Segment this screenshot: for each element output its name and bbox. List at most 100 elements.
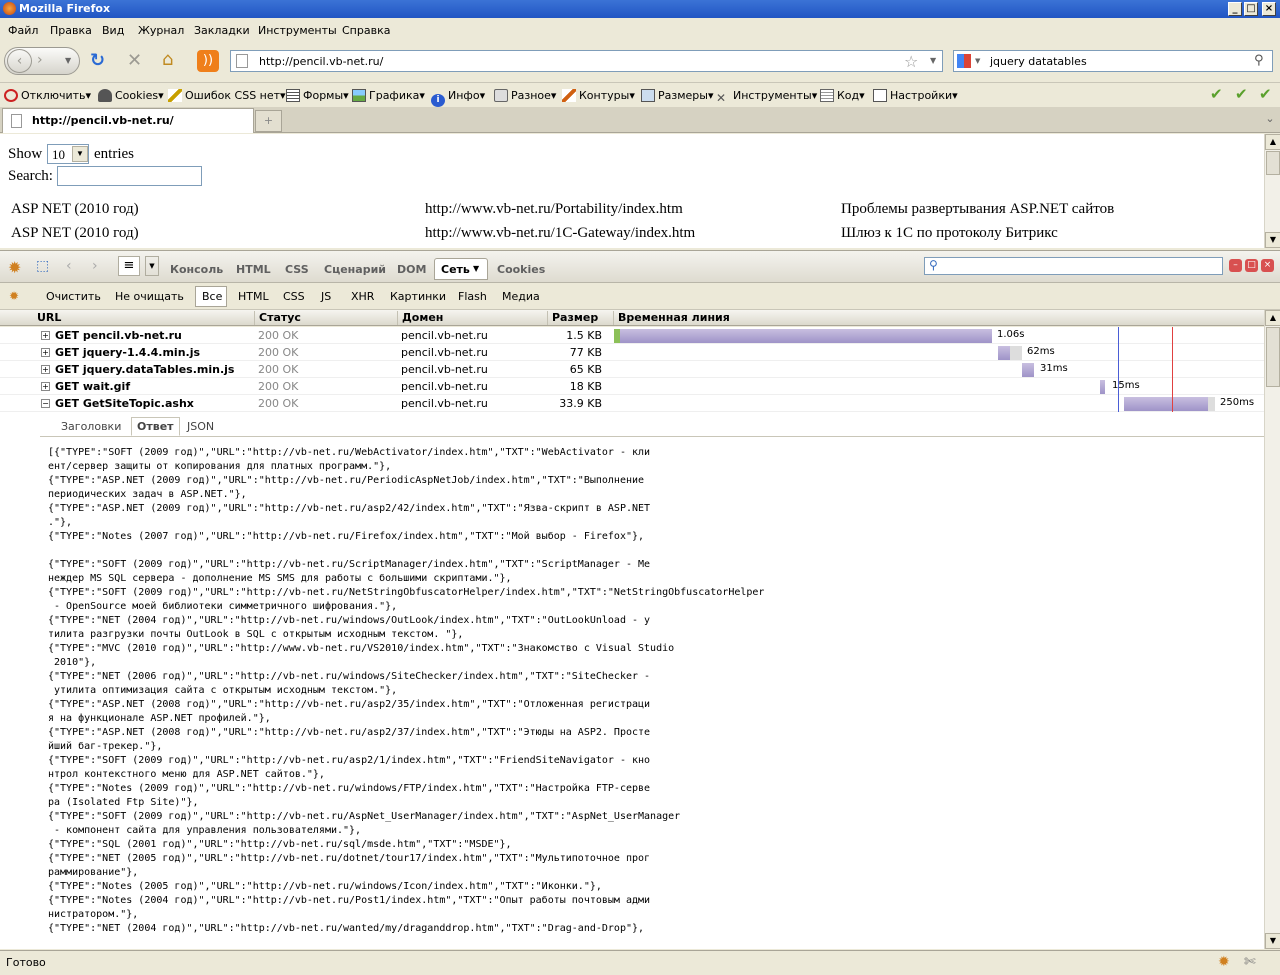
validation-html-icon[interactable]: ✔ [1210,85,1223,103]
close-button[interactable]: × [1262,2,1276,16]
menu-tools[interactable]: Инструменты [258,24,337,37]
search-input[interactable]: jquery datatables [990,55,1087,68]
disable-menu[interactable]: Отключить▾ [4,89,91,102]
url-bar[interactable]: http://pencil.vb-net.ru/ ☆ ▼ [230,50,943,72]
fb-scroll-thumb[interactable] [1266,327,1280,387]
clear-button[interactable]: Очистить [46,290,101,303]
subtab-headers[interactable]: Заголовки [61,420,121,433]
collapse-icon[interactable]: − [41,399,50,408]
table-row[interactable]: + GET pencil.vb-net.ru 200 OK pencil.vb-… [0,327,1264,344]
tab-list-button[interactable]: ⌄ [1262,112,1278,128]
rss-icon[interactable]: )) [197,50,219,72]
col-status[interactable]: Статус [254,311,301,325]
col-size[interactable]: Размер [547,311,598,325]
menu-edit[interactable]: Правка [50,24,92,37]
css-errors-menu[interactable]: Ошибок CSS нет▾ [168,89,286,102]
table-row[interactable]: + GET jquery-1.4.4.min.js 200 OK pencil.… [0,344,1264,361]
scroll-up-icon[interactable]: ▲ [1265,134,1280,150]
filter-js[interactable]: JS [321,290,331,303]
filter-images[interactable]: Картинки [390,290,446,303]
validation-js-icon[interactable]: ✔ [1259,85,1272,103]
outline-menu[interactable]: Контуры▾ [562,89,635,102]
expand-icon[interactable]: + [41,331,50,340]
search-bar[interactable]: ▼ jquery datatables ⚲ [953,50,1273,72]
expand-icon[interactable]: + [41,348,50,357]
fb-close-icon[interactable]: × [1261,259,1274,272]
table-search-input[interactable] [57,166,202,186]
fb-tab-css[interactable]: CSS [285,263,309,276]
next-icon[interactable]: › [92,258,98,274]
menu-file[interactable]: Файл [8,24,38,37]
google-icon[interactable] [957,54,971,68]
subtab-response[interactable]: Ответ [131,417,180,436]
col-url[interactable]: URL [33,311,61,325]
misc-menu[interactable]: Разное▾ [494,89,556,102]
col-timeline[interactable]: Временная линия [613,311,730,325]
reload-icon[interactable]: ↻ [90,50,105,71]
fb-minimize-icon[interactable]: – [1229,259,1242,272]
minimize-button[interactable]: _ [1228,2,1242,16]
menu-bookmarks[interactable]: Закладки [194,24,250,37]
expand-icon[interactable]: + [41,382,50,391]
fb-tab-console[interactable]: Консоль [170,263,223,276]
filter-media[interactable]: Медиа [502,290,540,303]
fb-detach-icon[interactable]: □ [1245,259,1258,272]
tools-menu[interactable]: ✕ Инструменты▾ [716,89,817,105]
scroll-thumb[interactable] [1266,151,1280,175]
home-icon[interactable]: ⌂ [162,49,173,70]
bookmark-star-icon[interactable]: ☆ [904,52,918,71]
tab-active[interactable]: http://pencil.vb-net.ru/ [2,108,254,133]
back-button[interactable]: ‹ [7,49,32,73]
page-length-select[interactable]: 10 ▼ [47,144,89,164]
firebug-search-input[interactable]: ⚲ [924,257,1223,275]
new-tab-button[interactable]: + [255,110,282,132]
firebug-icon[interactable]: ✹ [8,258,21,277]
subtab-json[interactable]: JSON [187,420,214,433]
prev-icon[interactable]: ‹ [66,258,72,274]
search-icon[interactable]: ⚲ [1254,53,1264,68]
filter-xhr[interactable]: XHR [351,290,374,303]
table-row[interactable]: − GET GetSiteTopic.ashx 200 OK pencil.vb… [0,395,1264,412]
images-menu[interactable]: Графика▾ [352,89,425,102]
firebug-scrollbar[interactable]: ▲ ▼ [1264,310,1280,949]
history-dropdown-icon[interactable]: ▼ [65,56,71,65]
stop-icon[interactable]: ✕ [127,50,142,71]
fb-tab-html[interactable]: HTML [236,263,271,276]
page-scrollbar[interactable]: ▲ ▼ [1264,134,1280,248]
forms-menu[interactable]: Формы▾ [286,89,349,102]
col-domain[interactable]: Домен [397,311,443,325]
xhr-icon[interactable]: ✹ [9,289,19,303]
forward-button[interactable]: › [37,52,43,68]
source-menu[interactable]: Код▾ [820,89,865,102]
inspect-icon[interactable]: ⬚ [36,258,49,274]
cookies-menu[interactable]: Cookies▾ [98,89,164,102]
fb-tab-net[interactable]: Сеть ▼ [434,258,488,280]
firebug-status-icon[interactable]: ✹ [1218,954,1230,970]
filter-all[interactable]: Все [202,290,222,303]
table-row[interactable]: + GET jquery.dataTables.min.js 200 OK pe… [0,361,1264,378]
fb-tab-script[interactable]: Сценарий [324,263,386,276]
persist-button[interactable]: Не очищать [115,290,184,303]
maximize-button[interactable]: □ [1244,2,1258,16]
fb-tab-cookies[interactable]: Cookies [497,263,545,276]
fb-scroll-down-icon[interactable]: ▼ [1265,933,1280,949]
fb-scroll-up-icon[interactable]: ▲ [1265,310,1280,326]
table-row[interactable]: + GET wait.gif 200 OK pencil.vb-net.ru 1… [0,378,1264,395]
menu-history[interactable]: Журнал [138,24,184,37]
filter-css[interactable]: CSS [283,290,305,303]
filter-html[interactable]: HTML [238,290,269,303]
info-menu[interactable]: i Инфо▾ [431,89,485,107]
validation-css-icon[interactable]: ✔ [1235,85,1248,103]
filter-flash[interactable]: Flash [458,290,487,303]
menu-view[interactable]: Вид [102,24,124,37]
menu-list-icon[interactable]: ≡ [118,256,140,276]
addon-status-icon[interactable]: ✄ [1244,954,1256,970]
options-menu[interactable]: Настройки▾ [873,89,958,102]
menu-help[interactable]: Справка [342,24,390,37]
expand-icon[interactable]: + [41,365,50,374]
url-dropdown-icon[interactable]: ▼ [930,56,936,65]
fb-tab-dom[interactable]: DOM [397,263,426,276]
engine-dropdown-icon[interactable]: ▼ [975,57,980,65]
scroll-down-icon[interactable]: ▼ [1265,232,1280,248]
list-dropdown-icon[interactable]: ▼ [145,256,159,276]
